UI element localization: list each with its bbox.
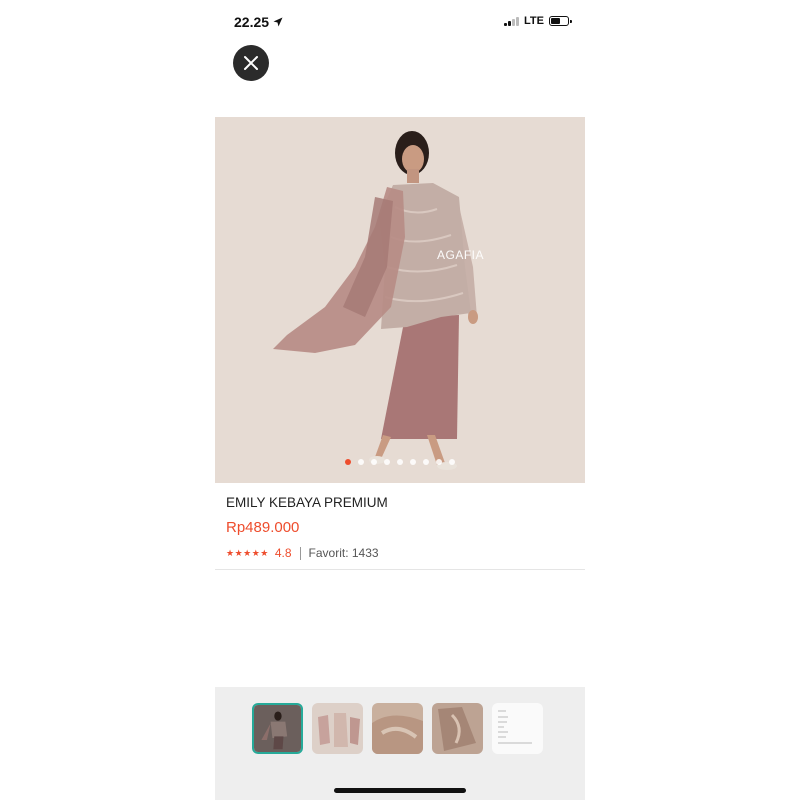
carousel-dot[interactable]: [423, 459, 429, 465]
status-time: 22.25: [234, 14, 283, 30]
status-indicators: LTE: [504, 15, 572, 27]
home-indicator: [334, 788, 466, 793]
time-label: 22.25: [234, 14, 270, 30]
thumbnail-3[interactable]: [372, 703, 423, 754]
model-photo: [273, 131, 478, 470]
carousel-dot[interactable]: [371, 459, 377, 465]
product-meta: ★★★★★ 4.8 Favorit: 1433: [226, 546, 379, 560]
product-info: EMILY KEBAYA PREMIUM Rp489.000 ★★★★★ 4.8…: [215, 483, 585, 570]
thumbnail-bar: [215, 687, 585, 800]
carousel-dot[interactable]: [358, 459, 364, 465]
carousel-dot[interactable]: [410, 459, 416, 465]
favorite-count: Favorit: 1433: [308, 546, 379, 560]
brand-watermark: AGAFIA: [437, 248, 485, 262]
product-detail-screen: 22.25 LTE AGAFIA EMILY KEBAYA PREMIUM Rp…: [215, 0, 585, 800]
network-label: LTE: [524, 15, 544, 27]
carousel-dot[interactable]: [384, 459, 390, 465]
carousel-dot[interactable]: [345, 459, 351, 465]
location-arrow-icon: [273, 17, 283, 27]
close-icon: [244, 56, 258, 70]
thumbnail-2[interactable]: [312, 703, 363, 754]
thumbnail-1[interactable]: [252, 703, 303, 754]
battery-icon: [549, 16, 572, 26]
carousel-dot[interactable]: [397, 459, 403, 465]
product-image[interactable]: AGAFIA: [215, 117, 585, 483]
close-button[interactable]: [233, 45, 269, 81]
thumbnail-strip: [252, 703, 543, 754]
carousel-dot[interactable]: [449, 459, 455, 465]
signal-icon: [504, 16, 520, 26]
thumbnail-4[interactable]: [432, 703, 483, 754]
carousel-dots[interactable]: [215, 459, 585, 465]
divider: [299, 546, 301, 560]
product-price: Rp489.000: [226, 519, 300, 536]
carousel-dot[interactable]: [436, 459, 442, 465]
rating-stars-icon: ★★★★★: [226, 547, 269, 558]
thumbnail-5[interactable]: [492, 703, 543, 754]
rating-value: 4.8: [274, 546, 292, 560]
product-title: EMILY KEBAYA PREMIUM: [226, 495, 388, 510]
